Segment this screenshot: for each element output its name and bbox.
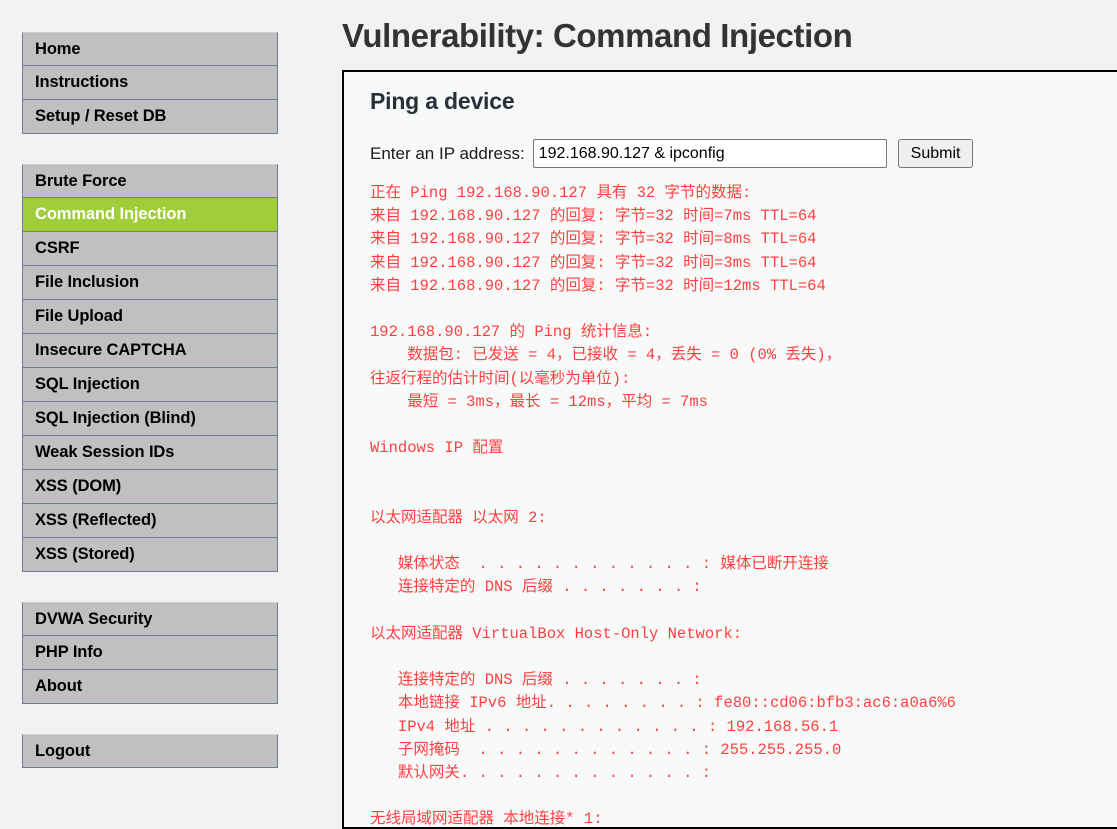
sidebar-item-php-info[interactable]: PHP Info (22, 636, 278, 670)
sidebar-item-about[interactable]: About (22, 670, 278, 704)
dvwa-page: Home Instructions Setup / Reset DB Brute Fo… (0, 0, 1117, 829)
sidebar-item-setup-reset-db[interactable]: Setup / Reset DB (22, 100, 278, 134)
sidebar-item-home[interactable]: Home (22, 32, 278, 66)
sidebar-item-sql-injection-blind[interactable]: SQL Injection (Blind) (22, 402, 278, 436)
sidebar-navigation: Home Instructions Setup / Reset DB Brute Fo… (22, 32, 278, 768)
sidebar-item-brute-force[interactable]: Brute Force (22, 164, 278, 198)
sidebar-item-csrf[interactable]: CSRF (22, 232, 278, 266)
sidebar-group-primary: Home Instructions Setup / Reset DB (22, 32, 278, 134)
vulnerability-content-box: Ping a device Enter an IP address: Submi… (342, 70, 1117, 829)
vulnerability-heading: Ping a device (370, 88, 515, 114)
sidebar-item-logout[interactable]: Logout (22, 734, 278, 768)
sidebar-group-vulnerabilities: Brute Force Command Injection CSRF File Inc… (22, 164, 278, 572)
sidebar-item-sql-injection[interactable]: SQL Injection (22, 368, 278, 402)
sidebar-item-instructions[interactable]: Instructions (22, 66, 278, 100)
sidebar-item-xss-reflected[interactable]: XSS (Reflected) (22, 504, 278, 538)
main-content: Vulnerability: Command Injection Ping a … (342, 0, 1117, 829)
sidebar-item-file-inclusion[interactable]: File Inclusion (22, 266, 278, 300)
sidebar-item-command-injection[interactable]: Command Injection (22, 198, 278, 232)
sidebar-item-xss-stored[interactable]: XSS (Stored) (22, 538, 278, 572)
sidebar-item-xss-dom[interactable]: XSS (DOM) (22, 470, 278, 504)
ping-form: Enter an IP address: Submit (344, 115, 1117, 168)
command-output: 正在 Ping 192.168.90.127 具有 32 字节的数据: 来自 1… (370, 184, 956, 829)
sidebar-item-weak-session-ids[interactable]: Weak Session IDs (22, 436, 278, 470)
ip-address-label: Enter an IP address: (370, 143, 525, 163)
sidebar-item-insecure-captcha[interactable]: Insecure CAPTCHA (22, 334, 278, 368)
sidebar-group-session: Logout (22, 734, 278, 768)
page-title: Vulnerability: Command Injection (342, 17, 853, 54)
sidebar-group-tools: DVWA Security PHP Info About (22, 602, 278, 704)
sidebar-item-file-upload[interactable]: File Upload (22, 300, 278, 334)
sidebar-item-dvwa-security[interactable]: DVWA Security (22, 602, 278, 636)
ip-address-input[interactable] (532, 139, 887, 168)
submit-button[interactable]: Submit (897, 139, 974, 168)
